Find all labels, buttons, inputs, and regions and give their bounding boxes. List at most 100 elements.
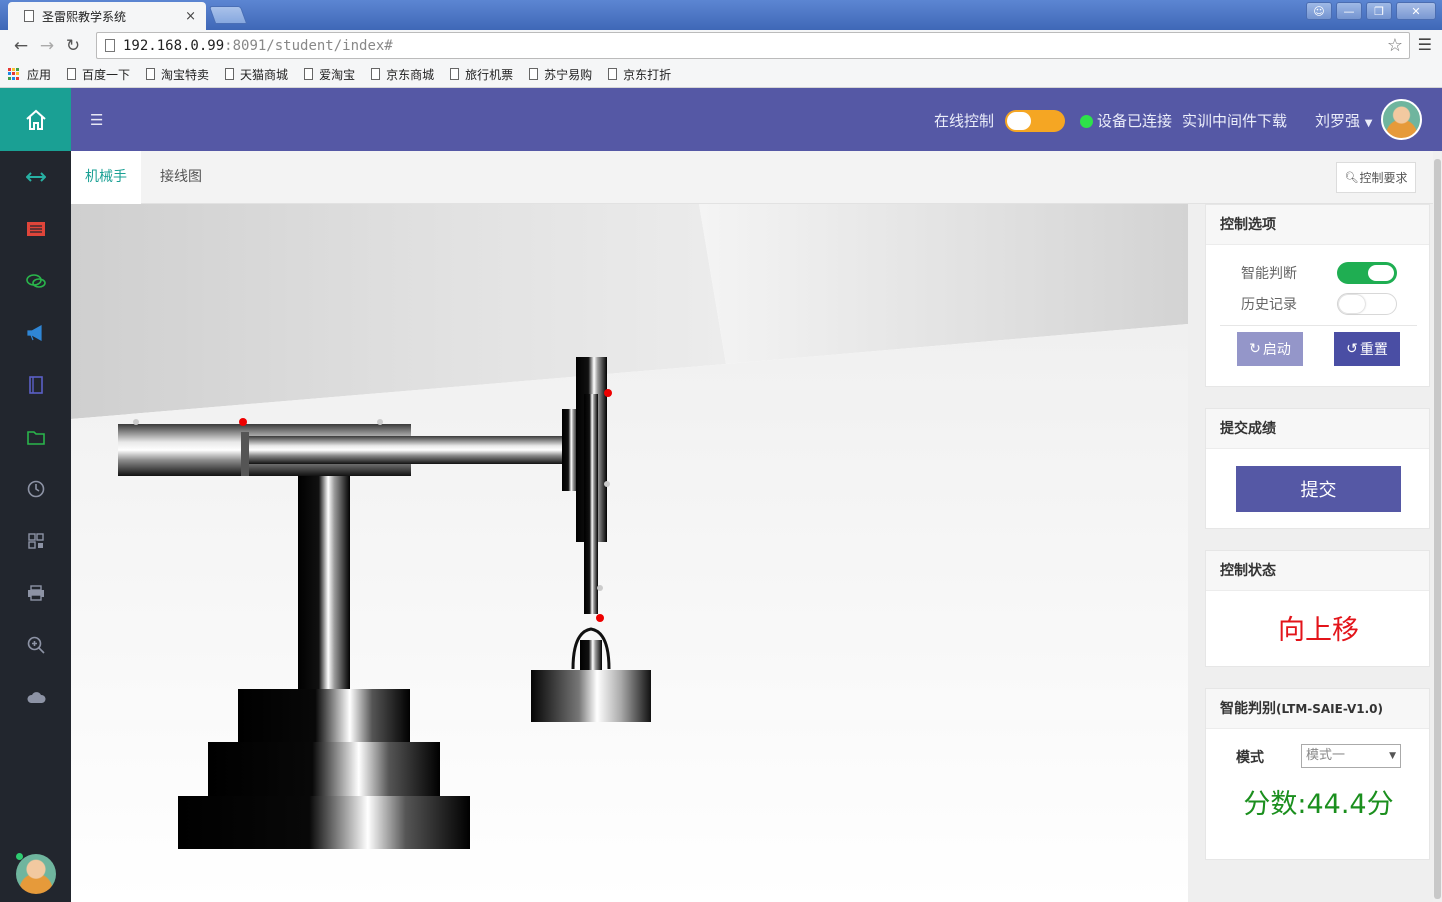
- sidebar-item-arrows[interactable]: [0, 151, 71, 203]
- bookmark-item[interactable]: 天猫商城: [225, 66, 288, 83]
- device-status-dot: [1080, 115, 1093, 128]
- scrollbar-thumb[interactable]: [1434, 159, 1441, 899]
- browser-tab[interactable]: 圣雷熙教学系统 ×: [8, 2, 206, 30]
- page-icon: [450, 68, 460, 80]
- bookmark-label: 京东商城: [386, 67, 435, 82]
- start-button[interactable]: ↻ 启动: [1237, 332, 1303, 366]
- history-toggle[interactable]: [1337, 293, 1397, 315]
- url-host: 192.168.0.99: [123, 37, 225, 54]
- page-scrollbar[interactable]: [1433, 151, 1442, 902]
- vertical-rod: [584, 394, 598, 614]
- menu-toggle-icon[interactable]: ☰: [90, 111, 103, 129]
- bookmark-item[interactable]: 旅行机票: [450, 66, 513, 83]
- reload-icon[interactable]: ↻: [60, 36, 86, 56]
- sidebar-item-cloud[interactable]: [0, 671, 71, 723]
- home-button[interactable]: [0, 88, 71, 151]
- new-tab-button[interactable]: [208, 6, 248, 24]
- sidebar-item-print[interactable]: [0, 567, 71, 619]
- home-icon: [25, 109, 46, 130]
- tab-close-icon[interactable]: ×: [185, 9, 196, 24]
- zoom-icon: [27, 636, 45, 654]
- sidebar-item-qrcode[interactable]: [0, 515, 71, 567]
- avatar[interactable]: [1381, 99, 1422, 140]
- tab-wiring[interactable]: 接线图: [146, 151, 216, 204]
- sidebar-item-folder[interactable]: [0, 411, 71, 463]
- browser-titlebar: 圣雷熙教学系统 × ☺ — ❐ ✕: [0, 0, 1442, 30]
- sensor-dot: [604, 481, 610, 487]
- mode-value: 模式一: [1306, 748, 1346, 763]
- user-name: 刘罗强: [1315, 112, 1361, 130]
- bookmark-label: 应用: [27, 67, 52, 82]
- caret-down-icon: ▼: [1364, 118, 1373, 129]
- control-options-card: 控制选项 智能判断 历史记录 ↻ 启动 ↺ 重置: [1205, 204, 1430, 387]
- minimize-button[interactable]: —: [1336, 2, 1362, 20]
- page-icon: [304, 68, 314, 80]
- online-control-switch[interactable]: [1005, 110, 1065, 132]
- restore-button[interactable]: ❐: [1366, 2, 1392, 20]
- sidebar-item-announce[interactable]: [0, 307, 71, 359]
- card-title: 智能判别(LTM-SAIE-V1.0): [1206, 689, 1429, 729]
- mode-select[interactable]: 模式一 ▼: [1301, 744, 1401, 768]
- bookmark-item[interactable]: 京东打折: [608, 66, 671, 83]
- bookmark-apps[interactable]: 应用: [8, 66, 51, 83]
- page-icon: [225, 68, 235, 80]
- reset-button[interactable]: ↺ 重置: [1334, 332, 1400, 366]
- score-text: 分数:44.4分: [1243, 789, 1394, 820]
- mode-label: 模式: [1236, 750, 1264, 766]
- window-controls: ☺ — ❐ ✕: [1306, 2, 1436, 20]
- sensor-dot: [604, 389, 612, 397]
- user-menu[interactable]: 刘罗强 ▼: [1315, 110, 1373, 131]
- submit-card: 提交成绩 提交: [1205, 408, 1430, 529]
- bookmark-label: 旅行机票: [465, 67, 514, 82]
- book-icon: [28, 376, 43, 394]
- tab-robot-arm[interactable]: 机械手: [71, 151, 141, 204]
- bookmark-item[interactable]: 百度一下: [67, 66, 130, 83]
- bookmark-item[interactable]: 淘宝特卖: [146, 66, 209, 83]
- top-header: ☰ 在线控制 设备已连接 实训中间件下载 刘罗强 ▼: [71, 88, 1442, 151]
- chat-icon: [25, 274, 46, 288]
- bookmark-label: 苏宁易购: [544, 67, 593, 82]
- cloud-icon: [26, 692, 46, 703]
- bookmark-item[interactable]: 爱淘宝: [304, 66, 355, 83]
- tab-title: 圣雷熙教学系统: [42, 9, 127, 24]
- sensor-dot: [377, 419, 383, 425]
- user-icon[interactable]: ☺: [1306, 2, 1332, 20]
- start-label: 启动: [1262, 342, 1291, 358]
- browser-menu-icon[interactable]: ☰: [1418, 35, 1432, 54]
- right-panel: 控制选项 智能判断 历史记录 ↻ 启动 ↺ 重置 提交成绩 提交 控制状态 向上移 …: [1188, 204, 1433, 902]
- apps-grid-icon: [8, 67, 21, 81]
- undo-icon: ↺: [1346, 341, 1358, 357]
- page-icon: [608, 68, 618, 80]
- sidebar-item-history[interactable]: [0, 463, 71, 515]
- clock-icon: [27, 480, 44, 498]
- bookmark-label: 京东打折: [623, 67, 672, 82]
- history-label: 历史记录: [1241, 297, 1297, 313]
- smart-judge-toggle[interactable]: [1337, 262, 1397, 284]
- robot-arm-scene[interactable]: [71, 204, 1188, 902]
- wrist-plate: [562, 409, 578, 491]
- sidebar-avatar[interactable]: [16, 854, 56, 894]
- sidebar-item-zoom[interactable]: [0, 619, 71, 671]
- bookmark-item[interactable]: 苏宁易购: [529, 66, 592, 83]
- bookmarks-bar: 应用 百度一下 淘宝特卖 天猫商城 爱淘宝 京东商城 旅行机票 苏宁易购 京东打…: [0, 61, 1442, 88]
- sensor-dot: [133, 419, 139, 425]
- close-window-button[interactable]: ✕: [1396, 2, 1436, 20]
- control-requirements-button[interactable]: 🔍︎ 控制要求: [1336, 162, 1416, 193]
- submit-button[interactable]: 提交: [1236, 466, 1401, 512]
- address-bar[interactable]: 192.168.0.99:8091/student/index# ☆: [96, 32, 1410, 59]
- bookmark-label: 天猫商城: [240, 67, 289, 82]
- middleware-download-link[interactable]: 实训中间件下载: [1182, 110, 1287, 131]
- smart-judge-label: 智能判断: [1241, 266, 1297, 282]
- scene-canvas: [71, 204, 1188, 902]
- sidebar-item-chat[interactable]: [0, 255, 71, 307]
- base-tier-2: [208, 742, 440, 796]
- browser-toolbar: ← → ↻ 192.168.0.99:8091/student/index# ☆…: [0, 30, 1442, 61]
- sidebar-item-list[interactable]: [0, 203, 71, 255]
- back-icon[interactable]: ←: [8, 36, 34, 56]
- control-status-text: 向上移: [1278, 615, 1359, 646]
- arrows-icon: [25, 172, 46, 182]
- forward-icon[interactable]: →: [34, 36, 60, 56]
- bookmark-star-icon[interactable]: ☆: [1387, 35, 1403, 56]
- bookmark-item[interactable]: 京东商城: [371, 66, 434, 83]
- sidebar-item-book[interactable]: [0, 359, 71, 411]
